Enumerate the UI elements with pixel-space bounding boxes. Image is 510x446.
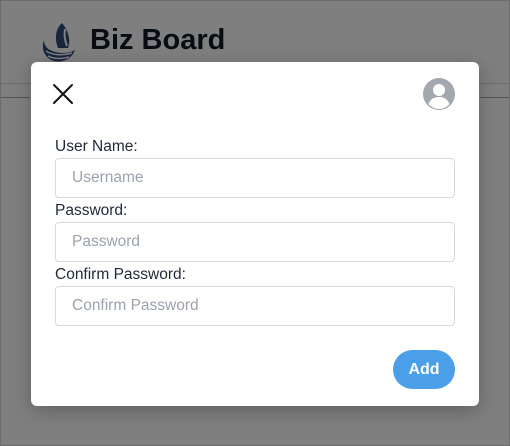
add-button[interactable]: Add	[393, 350, 455, 389]
add-user-dialog: User Name: Password: Confirm Password: A…	[31, 62, 479, 406]
close-icon	[53, 84, 73, 104]
page-divider	[480, 97, 510, 98]
username-label: User Name:	[55, 138, 138, 155]
page-divider	[0, 97, 30, 98]
password-label: Password:	[55, 202, 128, 219]
password-input[interactable]	[55, 222, 455, 262]
close-button[interactable]	[51, 82, 75, 106]
username-input[interactable]	[55, 158, 455, 198]
user-avatar-icon[interactable]	[422, 77, 456, 111]
confirm-password-label: Confirm Password:	[55, 266, 186, 283]
confirm-password-input[interactable]	[55, 286, 455, 326]
